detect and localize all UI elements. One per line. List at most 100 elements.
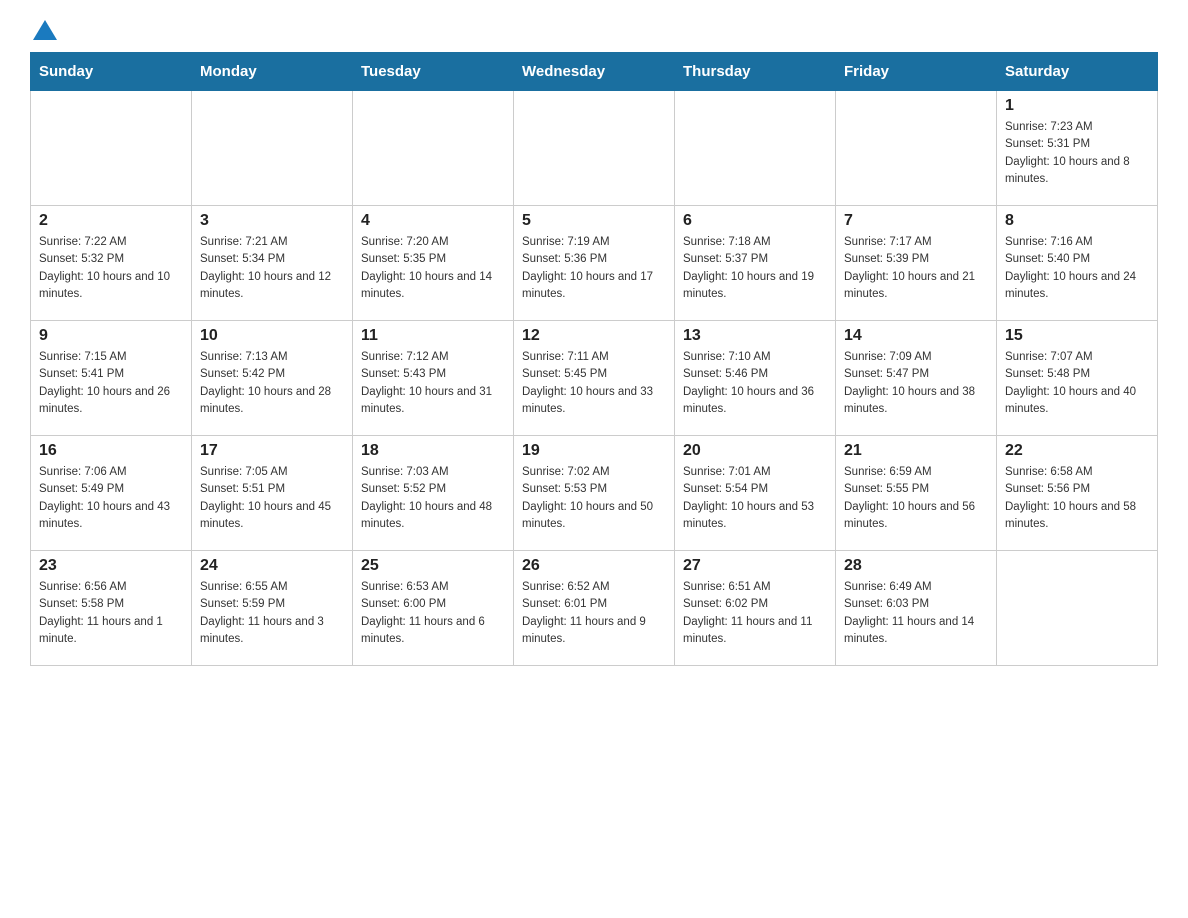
logo-triangle-icon	[33, 20, 57, 40]
calendar-day-cell: 3 Sunrise: 7:21 AMSunset: 5:34 PMDaylight…	[192, 206, 353, 321]
day-number: 18	[361, 442, 505, 460]
calendar-day-cell: 23 Sunrise: 6:56 AMSunset: 5:58 PMDayligh…	[31, 551, 192, 666]
day-info: Sunrise: 7:17 AMSunset: 5:39 PMDaylight:…	[844, 234, 988, 303]
day-number: 28	[844, 557, 988, 575]
calendar-week-row: 2 Sunrise: 7:22 AMSunset: 5:32 PMDaylight…	[31, 206, 1158, 321]
calendar-day-cell: 7 Sunrise: 7:17 AMSunset: 5:39 PMDaylight…	[836, 206, 997, 321]
weekday-header-friday: Friday	[836, 53, 997, 91]
day-info: Sunrise: 7:22 AMSunset: 5:32 PMDaylight:…	[39, 234, 183, 303]
calendar-day-cell: 22Sunrise: 6:58 AMSunset: 5:56 PMDayligh…	[997, 436, 1158, 551]
day-number: 19	[522, 442, 666, 460]
calendar-day-cell: 16Sunrise: 7:06 AMSunset: 5:49 PMDayligh…	[31, 436, 192, 551]
day-info: Sunrise: 7:23 AMSunset: 5:31 PMDaylight:…	[1005, 119, 1149, 188]
calendar-day-cell: 5 Sunrise: 7:19 AMSunset: 5:36 PMDaylight…	[514, 206, 675, 321]
day-info: Sunrise: 6:51 AMSunset: 6:02 PMDaylight:…	[683, 579, 827, 648]
calendar-day-cell: 11 Sunrise: 7:12 AMSunset: 5:43 PMDayligh…	[353, 321, 514, 436]
calendar-header-row: SundayMondayTuesdayWednesdayThursdayFrid…	[31, 53, 1158, 91]
calendar-day-cell: 10 Sunrise: 7:13 AMSunset: 5:42 PMDayligh…	[192, 321, 353, 436]
day-number: 2	[39, 212, 183, 230]
day-number: 15	[1005, 327, 1149, 345]
day-info: Sunrise: 7:13 AMSunset: 5:42 PMDaylight:…	[200, 349, 344, 418]
day-number: 14	[844, 327, 988, 345]
calendar-day-cell	[675, 91, 836, 206]
day-info: Sunrise: 7:09 AMSunset: 5:47 PMDaylight:…	[844, 349, 988, 418]
day-number: 23	[39, 557, 183, 575]
day-number: 25	[361, 557, 505, 575]
day-number: 3	[200, 212, 344, 230]
calendar-day-cell: 17 Sunrise: 7:05 AMSunset: 5:51 PMDayligh…	[192, 436, 353, 551]
calendar-table: SundayMondayTuesdayWednesdayThursdayFrid…	[30, 52, 1158, 666]
calendar-day-cell: 27 Sunrise: 6:51 AMSunset: 6:02 PMDayligh…	[675, 551, 836, 666]
day-info: Sunrise: 6:49 AMSunset: 6:03 PMDaylight:…	[844, 579, 988, 648]
day-number: 4	[361, 212, 505, 230]
day-number: 11	[361, 327, 505, 345]
calendar-day-cell: 19 Sunrise: 7:02 AMSunset: 5:53 PMDayligh…	[514, 436, 675, 551]
calendar-day-cell: 6 Sunrise: 7:18 AMSunset: 5:37 PMDaylight…	[675, 206, 836, 321]
calendar-day-cell: 9 Sunrise: 7:15 AMSunset: 5:41 PMDaylight…	[31, 321, 192, 436]
day-info: Sunrise: 7:06 AMSunset: 5:49 PMDaylight:…	[39, 464, 183, 533]
calendar-day-cell: 4Sunrise: 7:20 AMSunset: 5:35 PMDaylight…	[353, 206, 514, 321]
weekday-header-monday: Monday	[192, 53, 353, 91]
logo	[30, 20, 57, 42]
day-info: Sunrise: 6:59 AMSunset: 5:55 PMDaylight:…	[844, 464, 988, 533]
calendar-day-cell: 26 Sunrise: 6:52 AMSunset: 6:01 PMDayligh…	[514, 551, 675, 666]
weekday-header-saturday: Saturday	[997, 53, 1158, 91]
calendar-day-cell	[836, 91, 997, 206]
day-number: 21	[844, 442, 988, 460]
weekday-header-wednesday: Wednesday	[514, 53, 675, 91]
calendar-day-cell: 21 Sunrise: 6:59 AMSunset: 5:55 PMDayligh…	[836, 436, 997, 551]
calendar-day-cell: 13 Sunrise: 7:10 AMSunset: 5:46 PMDayligh…	[675, 321, 836, 436]
day-info: Sunrise: 7:05 AMSunset: 5:51 PMDaylight:…	[200, 464, 344, 533]
day-number: 8	[1005, 212, 1149, 230]
calendar-day-cell: 1 Sunrise: 7:23 AMSunset: 5:31 PMDaylight…	[997, 91, 1158, 206]
calendar-day-cell: 15 Sunrise: 7:07 AMSunset: 5:48 PMDayligh…	[997, 321, 1158, 436]
calendar-day-cell: 12Sunrise: 7:11 AMSunset: 5:45 PMDayligh…	[514, 321, 675, 436]
day-number: 12	[522, 327, 666, 345]
calendar-day-cell	[997, 551, 1158, 666]
day-info: Sunrise: 7:15 AMSunset: 5:41 PMDaylight:…	[39, 349, 183, 418]
day-info: Sunrise: 7:03 AMSunset: 5:52 PMDaylight:…	[361, 464, 505, 533]
calendar-day-cell: 25 Sunrise: 6:53 AMSunset: 6:00 PMDayligh…	[353, 551, 514, 666]
calendar-day-cell: 24Sunrise: 6:55 AMSunset: 5:59 PMDayligh…	[192, 551, 353, 666]
calendar-day-cell	[514, 91, 675, 206]
calendar-day-cell: 14 Sunrise: 7:09 AMSunset: 5:47 PMDayligh…	[836, 321, 997, 436]
day-info: Sunrise: 7:02 AMSunset: 5:53 PMDaylight:…	[522, 464, 666, 533]
calendar-day-cell	[31, 91, 192, 206]
day-number: 13	[683, 327, 827, 345]
calendar-day-cell: 28 Sunrise: 6:49 AMSunset: 6:03 PMDayligh…	[836, 551, 997, 666]
weekday-header-tuesday: Tuesday	[353, 53, 514, 91]
day-number: 24	[200, 557, 344, 575]
day-number: 17	[200, 442, 344, 460]
weekday-header-sunday: Sunday	[31, 53, 192, 91]
day-info: Sunrise: 6:56 AMSunset: 5:58 PMDaylight:…	[39, 579, 183, 648]
day-info: Sunrise: 7:16 AMSunset: 5:40 PMDaylight:…	[1005, 234, 1149, 303]
day-info: Sunrise: 7:19 AMSunset: 5:36 PMDaylight:…	[522, 234, 666, 303]
day-number: 27	[683, 557, 827, 575]
day-info: Sunrise: 7:12 AMSunset: 5:43 PMDaylight:…	[361, 349, 505, 418]
calendar-week-row: 9 Sunrise: 7:15 AMSunset: 5:41 PMDaylight…	[31, 321, 1158, 436]
day-info: Sunrise: 7:18 AMSunset: 5:37 PMDaylight:…	[683, 234, 827, 303]
calendar-week-row: 1 Sunrise: 7:23 AMSunset: 5:31 PMDaylight…	[31, 91, 1158, 206]
day-number: 26	[522, 557, 666, 575]
day-number: 1	[1005, 97, 1149, 115]
day-number: 20	[683, 442, 827, 460]
calendar-day-cell: 2 Sunrise: 7:22 AMSunset: 5:32 PMDaylight…	[31, 206, 192, 321]
day-info: Sunrise: 7:01 AMSunset: 5:54 PMDaylight:…	[683, 464, 827, 533]
day-info: Sunrise: 7:10 AMSunset: 5:46 PMDaylight:…	[683, 349, 827, 418]
day-info: Sunrise: 6:53 AMSunset: 6:00 PMDaylight:…	[361, 579, 505, 648]
calendar-day-cell: 20 Sunrise: 7:01 AMSunset: 5:54 PMDayligh…	[675, 436, 836, 551]
day-number: 7	[844, 212, 988, 230]
calendar-day-cell: 8 Sunrise: 7:16 AMSunset: 5:40 PMDaylight…	[997, 206, 1158, 321]
calendar-week-row: 23 Sunrise: 6:56 AMSunset: 5:58 PMDayligh…	[31, 551, 1158, 666]
day-info: Sunrise: 7:21 AMSunset: 5:34 PMDaylight:…	[200, 234, 344, 303]
calendar-week-row: 16Sunrise: 7:06 AMSunset: 5:49 PMDayligh…	[31, 436, 1158, 551]
day-number: 9	[39, 327, 183, 345]
page-header	[30, 20, 1158, 42]
day-number: 6	[683, 212, 827, 230]
day-number: 5	[522, 212, 666, 230]
day-number: 22	[1005, 442, 1149, 460]
day-info: Sunrise: 7:07 AMSunset: 5:48 PMDaylight:…	[1005, 349, 1149, 418]
day-info: Sunrise: 6:52 AMSunset: 6:01 PMDaylight:…	[522, 579, 666, 648]
day-number: 10	[200, 327, 344, 345]
calendar-day-cell	[353, 91, 514, 206]
